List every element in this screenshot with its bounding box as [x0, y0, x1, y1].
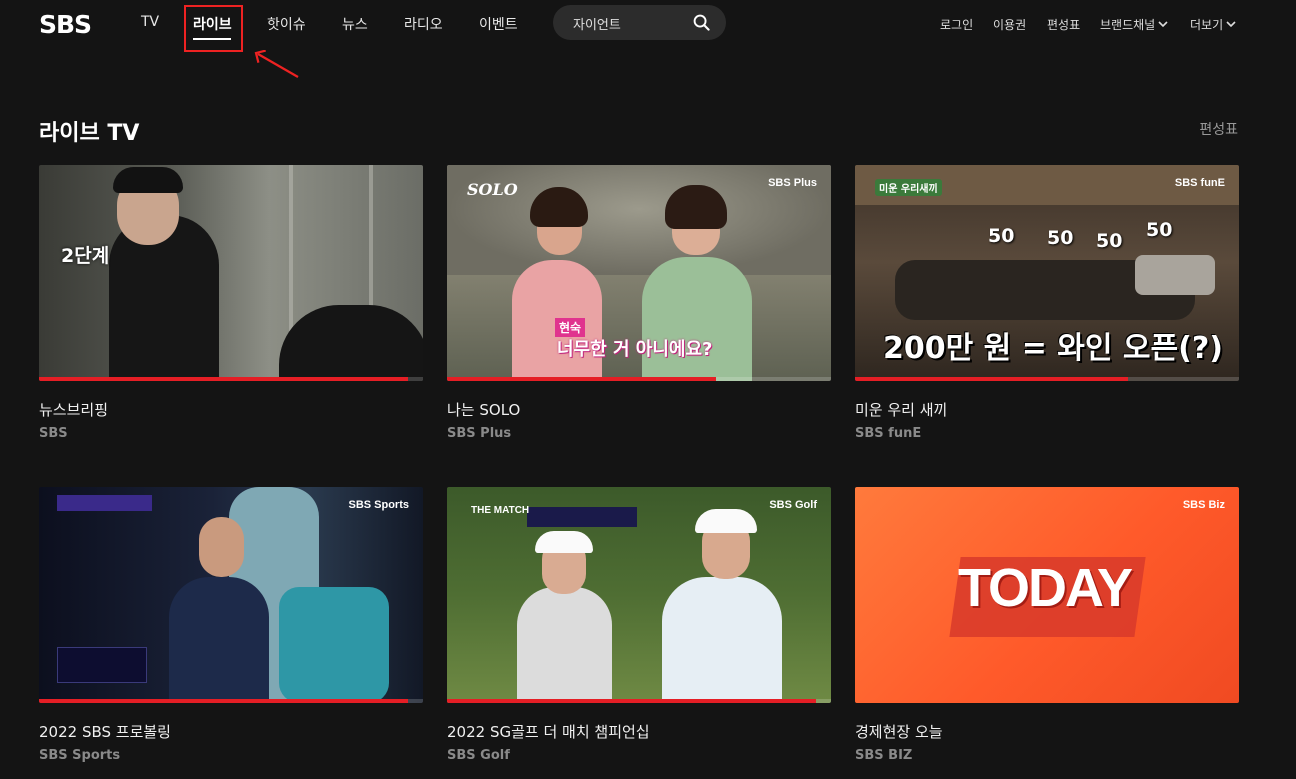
channel-name: SBS Sports	[39, 748, 121, 763]
live-card-i-am-solo[interactable]: SOLO SBS Plus 현숙 너무한 거 아니에요? 나는 SOLO SBS…	[447, 165, 831, 441]
thumbnail-caption: 2단계	[61, 245, 110, 267]
show-logo: SOLO	[467, 180, 518, 199]
live-card-news-briefing[interactable]: 2단계 뉴스브리핑 SBS	[39, 165, 423, 441]
top-header: SBS TV 라이브 핫이슈 뉴스 라디오 이벤트 자이언트 로그인 이용권 편…	[0, 0, 1296, 78]
nav-radio[interactable]: 라디오	[404, 14, 443, 34]
program-title[interactable]: 뉴스브리핑	[39, 399, 108, 420]
annotation-highlight-box	[184, 5, 243, 52]
live-card-pro-bowling[interactable]: SBS Sports 2022 SBS 프로볼링 SBS Sports	[39, 487, 423, 763]
show-logo: THE MATCH	[471, 505, 530, 516]
channel-logo: SBS Biz	[1182, 499, 1225, 511]
thumbnail-caption: TODAY	[958, 558, 1133, 618]
channel-logo: SBS Plus	[768, 177, 817, 189]
channel-name: SBS Plus	[447, 426, 512, 441]
channel-logo: SBS Golf	[769, 499, 817, 511]
live-card-economy-today[interactable]: TODAY SBS Biz 경제현장 오늘 SBS BIZ	[855, 487, 1239, 763]
thumbnail[interactable]: SOLO SBS Plus 현숙 너무한 거 아니에요?	[447, 165, 831, 381]
search-box[interactable]: 자이언트	[553, 5, 726, 40]
more-menu[interactable]: 더보기	[1190, 16, 1236, 33]
annotation-arrow-icon	[254, 50, 299, 78]
program-title[interactable]: 미운 우리 새끼	[855, 399, 947, 420]
overlay-number: 50	[1146, 219, 1173, 241]
thumbnail-caption: 너무한 거 아니에요?	[557, 339, 713, 360]
program-title[interactable]: 2022 SG골프 더 매치 챔피언십	[447, 721, 650, 742]
subscription-link[interactable]: 이용권	[993, 16, 1026, 33]
thumbnail[interactable]: 미운 우리새끼 SBS funE 50 50 50 50 200만 원 = 와인…	[855, 165, 1239, 381]
chevron-down-icon	[1158, 21, 1168, 28]
thumbnail[interactable]: TODAY SBS Biz	[855, 487, 1239, 703]
progress-track	[39, 699, 423, 703]
progress-bar	[39, 377, 408, 381]
nav-news[interactable]: 뉴스	[342, 14, 368, 34]
overlay-number: 50	[988, 225, 1015, 247]
more-label: 더보기	[1190, 18, 1224, 32]
nav-tv[interactable]: TV	[141, 14, 159, 30]
progress-bar	[447, 377, 716, 381]
channel-name: SBS BIZ	[855, 748, 913, 763]
sbs-logo[interactable]: SBS	[39, 10, 92, 39]
channel-name: SBS Golf	[447, 748, 510, 763]
live-card-my-little-old-boy[interactable]: 미운 우리새끼 SBS funE 50 50 50 50 200만 원 = 와인…	[855, 165, 1239, 441]
channel-name: SBS	[39, 426, 68, 441]
show-logo: 미운 우리새끼	[875, 179, 942, 196]
program-title[interactable]: 나는 SOLO	[447, 399, 520, 420]
nav-hot-issue[interactable]: 핫이슈	[267, 14, 306, 34]
search-input[interactable]: 자이언트	[573, 14, 621, 33]
progress-track	[447, 699, 831, 703]
program-title[interactable]: 경제현장 오늘	[855, 721, 943, 742]
overlay-number: 50	[1096, 230, 1123, 252]
login-link[interactable]: 로그인	[940, 16, 973, 33]
chevron-down-icon	[1226, 21, 1236, 28]
brand-channel-menu[interactable]: 브랜드채널	[1100, 16, 1168, 33]
thumbnail[interactable]: 2단계	[39, 165, 423, 381]
section-title: 라이브 TV	[39, 121, 140, 146]
channel-logo: SBS funE	[1174, 177, 1225, 189]
channel-name: SBS funE	[855, 426, 922, 441]
overlay-number: 50	[1047, 227, 1074, 249]
progress-track	[447, 377, 831, 381]
progress-track	[855, 377, 1239, 381]
progress-track	[39, 377, 423, 381]
program-title[interactable]: 2022 SBS 프로볼링	[39, 721, 171, 742]
progress-bar	[39, 699, 408, 703]
live-card-sg-golf[interactable]: THE MATCH SBS Golf 2022 SG골프 더 매치 챔피언십 S…	[447, 487, 831, 763]
thumbnail[interactable]: THE MATCH SBS Golf	[447, 487, 831, 703]
search-icon[interactable]	[693, 14, 710, 31]
schedule-link[interactable]: 편성표	[1047, 16, 1080, 33]
thumbnail[interactable]: SBS Sports	[39, 487, 423, 703]
progress-bar	[447, 699, 816, 703]
nav-event[interactable]: 이벤트	[479, 14, 518, 34]
thumbnail-caption: 200만 원 = 와인 오픈(?)	[883, 331, 1223, 366]
section-schedule-link[interactable]: 편성표	[1199, 119, 1238, 139]
channel-logo: SBS Sports	[348, 499, 409, 511]
progress-bar	[855, 377, 1128, 381]
brand-channel-label: 브랜드채널	[1100, 18, 1156, 32]
